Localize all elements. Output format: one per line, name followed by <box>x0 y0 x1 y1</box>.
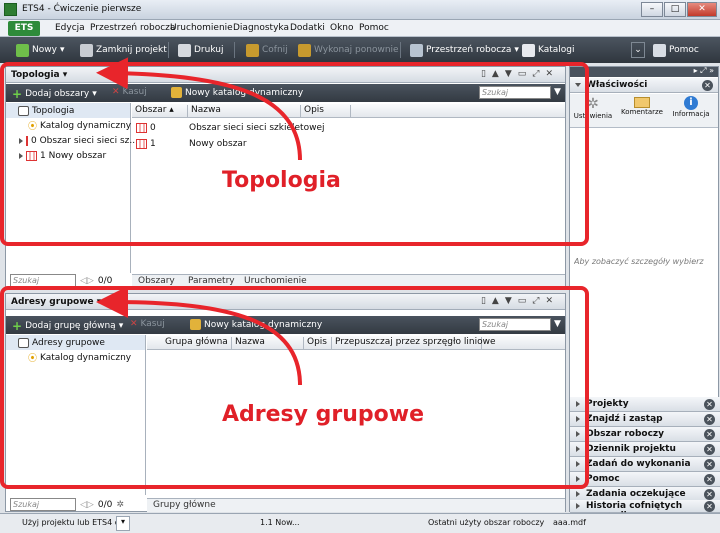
groups-arrow <box>96 286 302 386</box>
topology-arrow <box>96 57 302 161</box>
groups-annotation-label: Adresy grupowe <box>222 402 425 427</box>
topology-annotation-label: Topologia <box>222 168 341 193</box>
annotation-arrows <box>96 57 302 386</box>
